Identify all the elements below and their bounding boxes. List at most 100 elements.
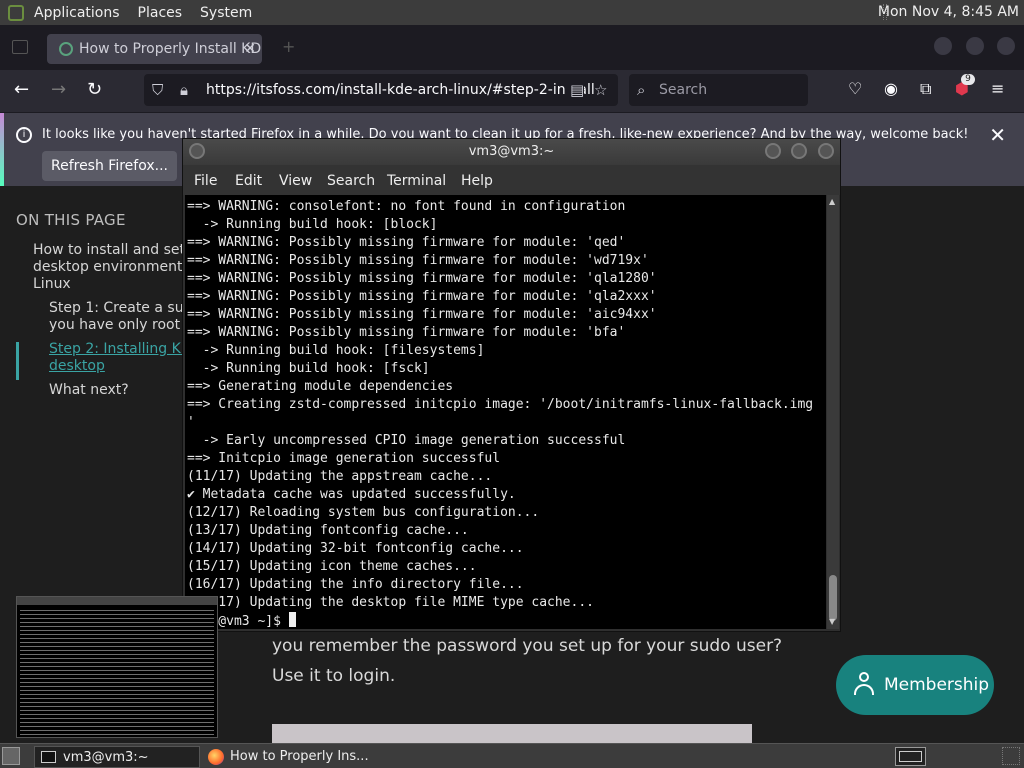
terminal-line: ==> WARNING: Possibly missing firmware f… xyxy=(187,253,649,268)
taskbar-item-firefox[interactable]: How to Properly Ins... xyxy=(202,746,392,768)
menu-help[interactable]: Help xyxy=(461,165,493,197)
terminal-maximize-button[interactable] xyxy=(791,143,807,159)
hamburger-menu-icon[interactable]: ≡ xyxy=(991,79,1004,98)
toc-item[interactable]: Step 1: Create a sudo xyxy=(49,300,201,317)
distro-logo-icon[interactable] xyxy=(8,4,24,21)
menu-terminal[interactable]: Terminal xyxy=(387,165,446,197)
window-preview-thumbnail xyxy=(16,596,218,738)
search-placeholder: Search xyxy=(659,82,708,98)
terminal-line: ==> WARNING: Possibly missing firmware f… xyxy=(187,289,657,304)
menu-applications[interactable]: Applications xyxy=(34,5,120,21)
taskbar-item-terminal[interactable]: vm3@vm3:~ xyxy=(34,746,200,768)
terminal-line: ==> Initcpio image generation successful xyxy=(187,451,501,466)
reader-view-icon[interactable]: ▤ xyxy=(566,74,585,106)
toc-item[interactable]: How to install and setup xyxy=(33,242,203,259)
show-desktop-icon[interactable] xyxy=(2,747,20,765)
toc-item[interactable]: What next? xyxy=(49,382,129,399)
terminal-title: vm3@vm3:~ xyxy=(468,144,555,159)
menu-edit[interactable]: Edit xyxy=(235,165,262,197)
user-icon xyxy=(854,672,874,696)
toc-title: ON THIS PAGE xyxy=(16,211,126,229)
tracking-shield-icon[interactable]: ⛉ xyxy=(152,74,163,106)
clock[interactable]: Mon Nov 4, 8:45 AM xyxy=(878,4,1019,20)
article-text: Use it to login. xyxy=(272,666,396,686)
window-menu-button[interactable] xyxy=(189,143,205,159)
menu-file[interactable]: File xyxy=(194,165,217,197)
close-notification-icon[interactable]: ✕ xyxy=(989,123,1006,147)
terminal-line: -> Running build hook: [block] xyxy=(187,217,438,232)
maximize-window-button[interactable] xyxy=(966,37,984,55)
terminal-line: ==> WARNING: Possibly missing firmware f… xyxy=(187,271,657,286)
scroll-down-icon[interactable]: ▼ xyxy=(829,617,835,626)
bookmark-star-icon[interactable]: ☆ xyxy=(594,74,607,106)
terminal-line: -> Running build hook: [filesystems] xyxy=(187,343,485,358)
pocket-icon[interactable]: ♡ xyxy=(848,79,862,98)
toc-item-active[interactable]: Step 2: Installing KDE xyxy=(49,341,200,358)
terminal-line: (13/17) Updating fontconfig cache... xyxy=(187,523,469,538)
scroll-up-icon[interactable]: ▲ xyxy=(829,197,835,206)
toc-active-marker xyxy=(16,342,19,380)
terminal-line: ==> Generating module dependencies xyxy=(187,379,454,394)
article-image xyxy=(272,724,752,743)
terminal-titlebar[interactable]: vm3@vm3:~ xyxy=(183,139,840,165)
terminal-line: ==> Creating zstd-compressed initcpio im… xyxy=(187,397,814,412)
preview-titlebar xyxy=(17,597,217,605)
terminal-minimize-button[interactable] xyxy=(765,143,781,159)
url-bar[interactable]: ⛉ 🔒︎ https://itsfoss.com/install-kde-arc… xyxy=(144,74,618,106)
extensions-icon[interactable]: ⧉ xyxy=(920,79,931,99)
tab-kde-install[interactable]: How to Properly Install KDE ✕ xyxy=(47,34,262,64)
menu-places[interactable]: Places xyxy=(138,5,183,21)
search-icon: ⌕ xyxy=(637,81,646,99)
terminal-line: ==> WARNING: Possibly missing firmware f… xyxy=(187,307,657,322)
terminal-prompt-line: [vm3@vm3 ~]$ xyxy=(187,612,826,629)
terminal-line: (17/17) Updating the desktop file MIME t… xyxy=(187,595,594,610)
terminal-close-button[interactable] xyxy=(818,143,834,159)
info-icon: i xyxy=(16,127,32,143)
terminal-line: ✔ Metadata cache was updated successfull… xyxy=(187,487,516,502)
tab-list-icon[interactable] xyxy=(12,40,28,54)
bottom-panel: vm3@vm3:~ How to Properly Ins... xyxy=(0,743,1024,768)
lock-icon[interactable]: 🔒︎ xyxy=(180,74,188,106)
scrollbar-thumb[interactable] xyxy=(829,575,837,621)
terminal-line: ==> WARNING: Possibly missing firmware f… xyxy=(187,325,626,340)
close-window-button[interactable] xyxy=(997,37,1015,55)
refresh-firefox-button[interactable]: Refresh Firefox... xyxy=(42,151,177,181)
membership-button[interactable]: Membership xyxy=(836,655,994,715)
search-input[interactable]: ⌕ Search xyxy=(629,74,808,106)
reload-icon[interactable]: ↻ xyxy=(87,79,102,100)
terminal-window[interactable]: vm3@vm3:~ File Edit View Search Terminal… xyxy=(182,138,841,632)
toc-item-active[interactable]: desktop xyxy=(49,358,105,375)
forward-icon[interactable]: → xyxy=(51,79,66,100)
menu-system[interactable]: System xyxy=(200,5,252,21)
terminal-cursor xyxy=(288,612,296,627)
top-panel: Applications Places System Mon Nov 4, 8:… xyxy=(0,0,1024,25)
trash-icon[interactable] xyxy=(1002,747,1020,765)
minimize-window-button[interactable] xyxy=(934,37,952,55)
terminal-line: -> Early uncompressed CPIO image generat… xyxy=(187,433,626,448)
toc-item[interactable]: desktop environment on xyxy=(33,259,204,276)
tab-close-icon[interactable]: ✕ xyxy=(244,34,256,64)
notification-accent xyxy=(0,113,4,187)
account-icon[interactable]: ◉ xyxy=(884,79,898,98)
terminal-scrollbar[interactable]: ▲ ▼ xyxy=(827,195,839,629)
terminal-line: ==> WARNING: consolefont: no font found … xyxy=(187,199,626,214)
workspace-switcher[interactable] xyxy=(895,747,926,766)
menu-view[interactable]: View xyxy=(279,165,312,197)
new-tab-icon[interactable]: + xyxy=(282,37,295,56)
ublock-count-badge: 9 xyxy=(961,74,975,85)
menu-search[interactable]: Search xyxy=(327,165,375,197)
terminal-line: (16/17) Updating the info directory file… xyxy=(187,577,524,592)
preview-content xyxy=(20,607,214,735)
terminal-line: ' xyxy=(187,415,195,430)
taskbar-label: How to Properly Ins... xyxy=(230,749,369,764)
terminal-output[interactable]: ==> WARNING: consolefont: no font found … xyxy=(185,195,826,629)
terminal-menubar: File Edit View Search Terminal Help xyxy=(183,165,840,195)
browser-nav-bar: ← → ↻ ⛉ 🔒︎ https://itsfoss.com/install-k… xyxy=(0,70,1024,112)
back-icon[interactable]: ← xyxy=(14,79,29,100)
toc-item[interactable]: you have only root us xyxy=(49,317,201,334)
toc-item[interactable]: Linux xyxy=(33,276,71,293)
browser-tab-bar: How to Properly Install KDE ✕ + xyxy=(0,25,1024,70)
article-text: you remember the password you set up for… xyxy=(272,636,783,656)
terminal-line: (14/17) Updating 32-bit fontconfig cache… xyxy=(187,541,524,556)
membership-label: Membership xyxy=(884,675,990,695)
